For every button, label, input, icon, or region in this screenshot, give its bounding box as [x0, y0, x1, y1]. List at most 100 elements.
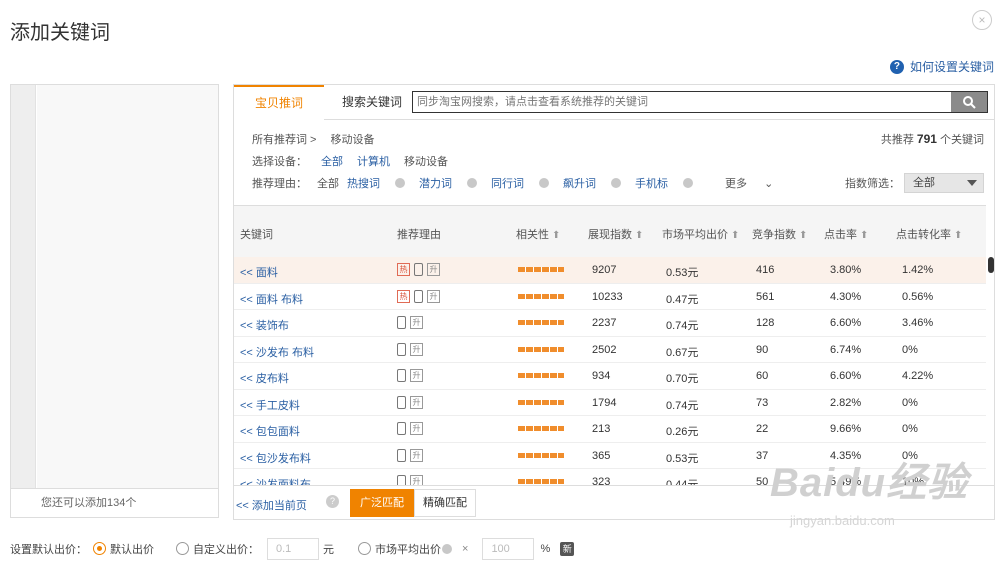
col-cvr[interactable]: 点击转化率 ⬆ — [896, 226, 962, 242]
custom-bid-input[interactable]: 0.1 — [267, 538, 319, 560]
percent-input[interactable]: 100 — [482, 538, 535, 560]
radio-custom-bid[interactable]: 自定义出价： — [176, 541, 259, 557]
cvr-value: 0% — [902, 423, 918, 435]
reason-option-peer[interactable]: 同行词 — [491, 175, 549, 191]
rising-badge-icon: 升 — [410, 342, 423, 356]
info-icon — [395, 178, 405, 188]
table-row[interactable]: << 面料 布料热升 10233 0.47元 561 4.30% 0.56% — [234, 284, 986, 310]
sort-icon: ⬆ — [552, 230, 561, 241]
table-row[interactable]: << 面料热升 9207 0.53元 416 3.80% 1.42% — [234, 257, 986, 284]
caret-down-icon — [967, 180, 977, 186]
keyword-add-link[interactable]: << 面料 布料 — [240, 291, 303, 307]
help-link[interactable]: ? 如何设置关键词 — [889, 58, 994, 75]
more-button[interactable]: 更多 ⌄ — [725, 175, 787, 191]
rising-badge-icon: 升 — [410, 395, 423, 409]
radio-market-bid[interactable]: 市场平均出价 — [358, 541, 452, 557]
keyword-add-link[interactable]: << 沙发布 布料 — [240, 344, 314, 360]
exact-match-button[interactable]: 精确匹配 — [414, 489, 476, 517]
reason-peer-label: 同行词 — [491, 178, 524, 190]
close-icon[interactable]: × — [972, 10, 992, 30]
keyword-add-link[interactable]: << 包沙发布料 — [240, 450, 311, 466]
relevance-bar — [518, 293, 564, 299]
competition-value: 22 — [756, 423, 769, 435]
cvr-value: 0% — [902, 343, 918, 356]
reason-option-rising[interactable]: 飙升词 — [563, 175, 621, 191]
broad-match-button[interactable]: 广泛匹配 — [350, 489, 414, 517]
avg-price-value: 0.53元 — [666, 267, 699, 279]
keyword-add-link[interactable]: << 沙发面料布 — [240, 476, 311, 485]
relevance-bar — [518, 320, 564, 325]
keyword-add-link[interactable]: << 包包面料 — [240, 423, 300, 439]
reason-option-potential[interactable]: 潜力词 — [419, 175, 477, 191]
col-impressions[interactable]: 展现指数 ⬆ — [588, 226, 643, 242]
table-row[interactable]: << 手工皮料 升 1794 0.74元 73 2.82% 0% — [234, 390, 986, 416]
reason-badges: 热升 — [397, 263, 440, 276]
radio-market-bid-label: 市场平均出价 — [375, 544, 441, 556]
sort-icon: ⬆ — [635, 230, 644, 241]
keyword-add-link[interactable]: << 装饰布 — [240, 317, 289, 333]
radio-default-bid-label: 默认出价 — [110, 544, 154, 556]
rising-badge-icon: 升 — [410, 316, 423, 329]
table-row[interactable]: << 皮布料 升 934 0.70元 60 6.60% 4.22% — [234, 363, 986, 390]
index-filter-select[interactable]: 全部 — [904, 173, 984, 193]
question-icon: ? — [889, 59, 904, 74]
table-scrollbar[interactable] — [988, 257, 994, 485]
tab-bar: 宝贝推词 搜索关键词 — [234, 85, 994, 121]
reason-option-hot[interactable]: 热搜词 — [347, 175, 405, 191]
keyword-add-link[interactable]: << 手工皮料 — [240, 397, 300, 413]
col-competition-label: 竞争指数 — [752, 229, 796, 241]
reason-badges: 升 — [397, 342, 423, 356]
radio-custom-bid-label: 自定义出价： — [193, 544, 259, 556]
total-suffix: 个关键词 — [940, 134, 984, 146]
add-current-page-button[interactable]: << 添加当前页 — [236, 497, 307, 513]
reason-option-all[interactable]: 全部 — [317, 175, 339, 191]
impressions-value: 934 — [592, 370, 611, 382]
competition-value: 128 — [756, 317, 775, 329]
keyword-add-link[interactable]: << 皮布料 — [240, 370, 289, 386]
cvr-value: 1.42% — [902, 264, 934, 276]
reason-option-mobile[interactable]: 手机标 — [635, 175, 693, 191]
table-row[interactable]: << 包包面料 升 213 0.26元 22 9.66% 0% — [234, 416, 986, 443]
competition-value: 37 — [756, 449, 769, 462]
breadcrumb-root[interactable]: 所有推荐词 > — [252, 131, 316, 147]
col-keyword: 关键词 — [240, 226, 273, 242]
reason-badges: 升 — [397, 422, 423, 435]
col-reason: 推荐理由 — [397, 226, 441, 242]
search-input[interactable] — [413, 92, 951, 112]
radio-icon — [358, 542, 371, 555]
keyword-add-link[interactable]: << 面料 — [240, 264, 278, 280]
selected-keywords-list[interactable] — [37, 85, 218, 489]
competition-value: 561 — [756, 290, 775, 303]
device-option-all[interactable]: 全部 — [321, 153, 343, 169]
question-icon[interactable]: ? — [326, 495, 339, 508]
col-ctr[interactable]: 点击率 ⬆ — [824, 226, 868, 242]
mobile-icon — [414, 289, 423, 303]
avg-price-value: 0.74元 — [666, 399, 699, 412]
impressions-value: 213 — [592, 423, 611, 435]
reason-potential-label: 潜力词 — [419, 178, 452, 190]
device-option-computer[interactable]: 计算机 — [357, 153, 390, 169]
chevron-down-icon: ⌄ — [764, 178, 774, 190]
table-row[interactable]: << 装饰布 升 2237 0.74元 128 6.60% 3.46% — [234, 310, 986, 337]
impressions-value: 10233 — [592, 290, 623, 303]
device-option-mobile[interactable]: 移动设备 — [404, 153, 448, 169]
col-avg-price-label: 市场平均出价 — [662, 229, 728, 241]
info-icon — [539, 178, 549, 188]
tab-search-keywords[interactable]: 搜索关键词 — [332, 85, 412, 120]
index-filter-value: 全部 — [913, 177, 935, 189]
tab-item-recommend[interactable]: 宝贝推词 — [234, 85, 324, 121]
col-relevance[interactable]: 相关性 ⬆ — [516, 226, 560, 242]
radio-default-bid[interactable]: 默认出价 — [93, 541, 154, 557]
mobile-icon — [397, 369, 406, 382]
table-row[interactable]: << 沙发布 布料 升 2502 0.67元 90 6.74% 0% — [234, 337, 986, 363]
device-filter: 选择设备： 全部 计算机 移动设备 — [252, 153, 462, 169]
scrollbar-thumb[interactable] — [988, 257, 994, 273]
search-icon[interactable] — [951, 92, 987, 112]
rising-badge-icon: 升 — [410, 369, 423, 382]
col-avg-price[interactable]: 市场平均出价 ⬆ — [662, 226, 739, 242]
col-competition[interactable]: 竞争指数 ⬆ — [752, 226, 807, 242]
rising-badge-icon: 升 — [427, 289, 440, 303]
dialog-title: 添加关键词 — [10, 22, 110, 44]
impressions-value: 365 — [592, 449, 611, 462]
cvr-value: 0% — [902, 396, 918, 409]
